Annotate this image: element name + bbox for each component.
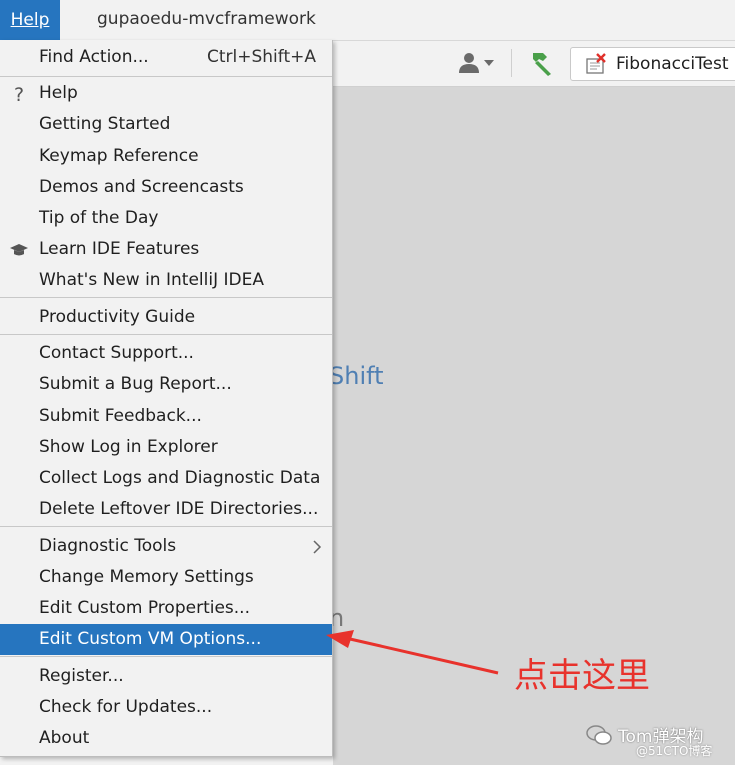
wechat-icon [586,725,612,745]
chevron-right-icon [313,540,322,554]
run-configuration-selector[interactable]: FibonacciTest [570,47,735,81]
menu-item-label: Show Log in Explorer [39,437,218,457]
menu-item-label: Register... [39,666,124,686]
svg-text:?: ? [14,84,24,104]
menu-bar: Help gupaoedu-mvcframework [0,0,735,41]
question-mark-icon: ? [14,84,24,104]
menu-item-label: About [39,728,90,748]
graduation-cap-icon [10,244,28,256]
menu-divider [0,526,332,527]
menu-item-about[interactable]: About [0,723,332,754]
menu-item-label: Delete Leftover IDE Directories... [39,499,319,519]
watermark: Tom弹架构 @51CTO博客 [586,720,732,760]
watermark-site: @51CTO博客 [636,744,713,758]
menu-item-keymap-reference[interactable]: Keymap Reference [0,141,332,172]
menu-item-label: Keymap Reference [39,146,199,166]
menu-item-label: Help [39,83,78,103]
menu-item-label: Learn IDE Features [39,239,200,259]
menu-item-contact-support[interactable]: Contact Support... [0,338,332,369]
test-config-error-icon [586,53,606,74]
menu-item-check-updates[interactable]: Check for Updates... [0,692,332,723]
run-config-label: FibonacciTest [616,54,729,74]
menu-item-submit-feedback[interactable]: Submit Feedback... [0,401,332,432]
menu-item-label: Find Action... [39,47,149,67]
menu-item-label: Demos and Screencasts [39,177,244,197]
toolbar: FibonacciTest [333,41,735,87]
menu-item-label: Change Memory Settings [39,567,254,587]
menu-item-getting-started[interactable]: Getting Started [0,109,332,140]
menu-divider [0,297,332,298]
menu-item-label: Submit a Bug Report... [39,374,232,394]
menu-item-shortcut: Ctrl+Shift+A [206,47,316,67]
menu-item-label: Diagnostic Tools [39,536,177,556]
user-dropdown-icon[interactable] [457,51,501,77]
project-title: gupaoedu-mvcframework [97,9,316,29]
menu-item-label: Edit Custom Properties... [39,598,250,618]
help-menu-dropdown: Find Action... Ctrl+Shift+A ? Help Getti… [0,40,333,757]
annotation-text: 点击这里 [514,656,650,696]
hammer-icon[interactable] [525,49,555,77]
editor-hint-shift: Shift [329,362,384,390]
menu-item-label: Edit Custom VM Options... [39,629,262,649]
menu-help-label: Help [10,10,50,30]
toolbar-separator [511,49,512,77]
menu-item-whats-new[interactable]: What's New in IntelliJ IDEA [0,265,332,296]
annotation-arrow [326,630,499,675]
menu-item-show-log[interactable]: Show Log in Explorer [0,432,332,463]
menu-item-change-memory[interactable]: Change Memory Settings [0,562,332,593]
menu-item-edit-custom-properties[interactable]: Edit Custom Properties... [0,593,332,624]
menu-item-label: Tip of the Day [39,208,159,228]
menu-item-label: Submit Feedback... [39,406,202,426]
menu-item-diagnostic-tools[interactable]: Diagnostic Tools [0,531,332,562]
menu-divider [0,656,332,657]
menu-item-label: Collect Logs and Diagnostic Data [39,468,321,488]
menu-item-label: Productivity Guide [39,307,196,327]
menu-help[interactable]: Help [0,0,60,40]
menu-item-find-action[interactable]: Find Action... Ctrl+Shift+A [0,42,332,73]
menu-divider [0,76,332,77]
menu-item-label: What's New in IntelliJ IDEA [39,270,264,290]
menu-item-register[interactable]: Register... [0,661,332,692]
menu-item-tip-of-the-day[interactable]: Tip of the Day [0,203,332,234]
menu-item-learn-ide[interactable]: Learn IDE Features [0,234,332,265]
menu-item-productivity-guide[interactable]: Productivity Guide [0,302,332,333]
menu-item-collect-logs[interactable]: Collect Logs and Diagnostic Data [0,463,332,494]
menu-item-label: Contact Support... [39,343,194,363]
menu-item-submit-bug[interactable]: Submit a Bug Report... [0,369,332,400]
menu-item-label: Check for Updates... [39,697,213,717]
menu-item-help[interactable]: ? Help [0,78,332,109]
menu-item-demos[interactable]: Demos and Screencasts [0,172,332,203]
menu-item-label: Getting Started [39,114,171,134]
menu-item-delete-leftover[interactable]: Delete Leftover IDE Directories... [0,494,332,525]
menu-item-edit-custom-vm-options[interactable]: Edit Custom VM Options... [0,624,332,655]
menu-divider [0,334,332,335]
